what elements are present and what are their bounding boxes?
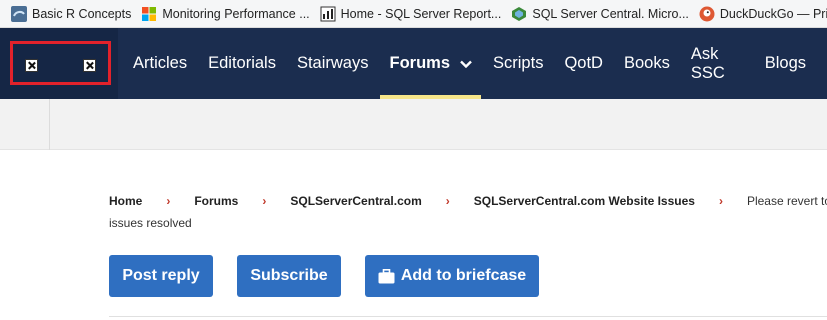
nav-item-books[interactable]: Books bbox=[624, 28, 670, 99]
nav-item-scripts[interactable]: Scripts bbox=[493, 28, 543, 99]
bookmark-monitoring-performance[interactable]: Monitoring Performance ... bbox=[141, 6, 310, 22]
nav-item-stairways[interactable]: Stairways bbox=[297, 28, 369, 99]
chevron-down-icon[interactable] bbox=[460, 60, 472, 68]
nav-label: Scripts bbox=[493, 54, 544, 72]
bookmark-label: Monitoring Performance ... bbox=[162, 6, 310, 21]
breadcrumb-separator-icon: › bbox=[262, 194, 267, 208]
nav-item-editorials[interactable]: Editorials bbox=[208, 28, 276, 99]
bookmark-duckduckgo[interactable]: DuckDuckGo — Privacy, s bbox=[699, 6, 827, 22]
nav-label: Articles bbox=[133, 54, 188, 72]
logo-area bbox=[0, 28, 118, 99]
nav-item-forums[interactable]: Forums bbox=[379, 28, 481, 99]
broken-image-icon bbox=[25, 59, 38, 72]
duckduckgo-icon bbox=[699, 6, 715, 21]
microsoft-logo-icon bbox=[142, 6, 157, 21]
nav-label: Ask SSC bbox=[690, 44, 725, 82]
button-label: Subscribe bbox=[250, 267, 328, 284]
breadcrumb-current-topic: Please revert to o bbox=[746, 194, 827, 208]
nav-label: Stairways bbox=[296, 54, 369, 72]
add-to-briefcase-button[interactable]: Add to briefcase bbox=[365, 255, 539, 297]
sub-toolbar bbox=[0, 99, 827, 150]
bookmark-basic-r[interactable]: Basic R Concepts bbox=[11, 5, 132, 22]
nav-label: Books bbox=[623, 54, 670, 72]
breadcrumb-sqlservercentral[interactable]: SQLServerCentral.com bbox=[290, 194, 421, 208]
bookmark-sql-server-central[interactable]: SQL Server Central. Micro... bbox=[511, 6, 689, 22]
bookmarks-bar: Basic R Concepts Monitoring Performance … bbox=[0, 0, 827, 28]
nav-item-qotd[interactable]: QotD bbox=[564, 28, 603, 99]
subscribe-button[interactable]: Subscribe bbox=[237, 255, 341, 297]
logo-highlight-box[interactable] bbox=[10, 41, 111, 85]
button-label: Add to briefcase bbox=[400, 267, 527, 284]
breadcrumb-separator-icon: › bbox=[718, 194, 723, 208]
nav-label: Editorials bbox=[208, 54, 276, 72]
nav-label: QotD bbox=[564, 54, 603, 72]
sqlservercentral-icon bbox=[512, 6, 527, 21]
breadcrumb-forums[interactable]: Forums bbox=[194, 194, 238, 208]
nav-label: Forums bbox=[389, 54, 451, 72]
divider bbox=[49, 99, 50, 150]
nav-menu: Articles Editorials Stairways Forums Scr… bbox=[133, 28, 827, 99]
post-reply-button[interactable]: Post reply bbox=[109, 255, 213, 297]
breadcrumb-current-topic-continued: issues resolved bbox=[109, 216, 192, 230]
r-logo-icon bbox=[11, 5, 27, 22]
breadcrumb: Home › Forums › SQLServerCentral.com › S… bbox=[109, 194, 827, 230]
report-chart-icon bbox=[320, 6, 336, 21]
bookmark-label: Basic R Concepts bbox=[32, 6, 132, 21]
breadcrumb-separator-icon: › bbox=[445, 194, 450, 208]
bookmark-sql-server-report[interactable]: Home - SQL Server Report... bbox=[320, 6, 502, 22]
nav-item-articles[interactable]: Articles bbox=[133, 28, 187, 99]
divider bbox=[109, 316, 827, 317]
bookmark-label: Home - SQL Server Report... bbox=[340, 6, 502, 21]
breadcrumb-line: Home › Forums › SQLServerCentral.com › S… bbox=[109, 194, 827, 208]
bookmark-label: DuckDuckGo — Privacy, s bbox=[719, 6, 827, 21]
topic-actions: Post reply Subscribe Add to briefcase bbox=[109, 255, 563, 297]
breadcrumb-home[interactable]: Home bbox=[109, 194, 142, 208]
broken-image-icon bbox=[83, 59, 96, 72]
nav-label: Blogs bbox=[764, 54, 806, 72]
button-label: Post reply bbox=[122, 267, 200, 284]
briefcase-icon bbox=[378, 268, 395, 283]
breadcrumb-website-issues[interactable]: SQLServerCentral.com Website Issues bbox=[474, 194, 695, 208]
bookmark-label: SQL Server Central. Micro... bbox=[532, 6, 689, 21]
nav-item-ask-ssc[interactable]: Ask SSC bbox=[691, 28, 744, 99]
site-nav-bar: Articles Editorials Stairways Forums Scr… bbox=[0, 28, 827, 99]
breadcrumb-separator-icon: › bbox=[166, 194, 171, 208]
nav-item-blogs[interactable]: Blogs bbox=[765, 28, 806, 99]
